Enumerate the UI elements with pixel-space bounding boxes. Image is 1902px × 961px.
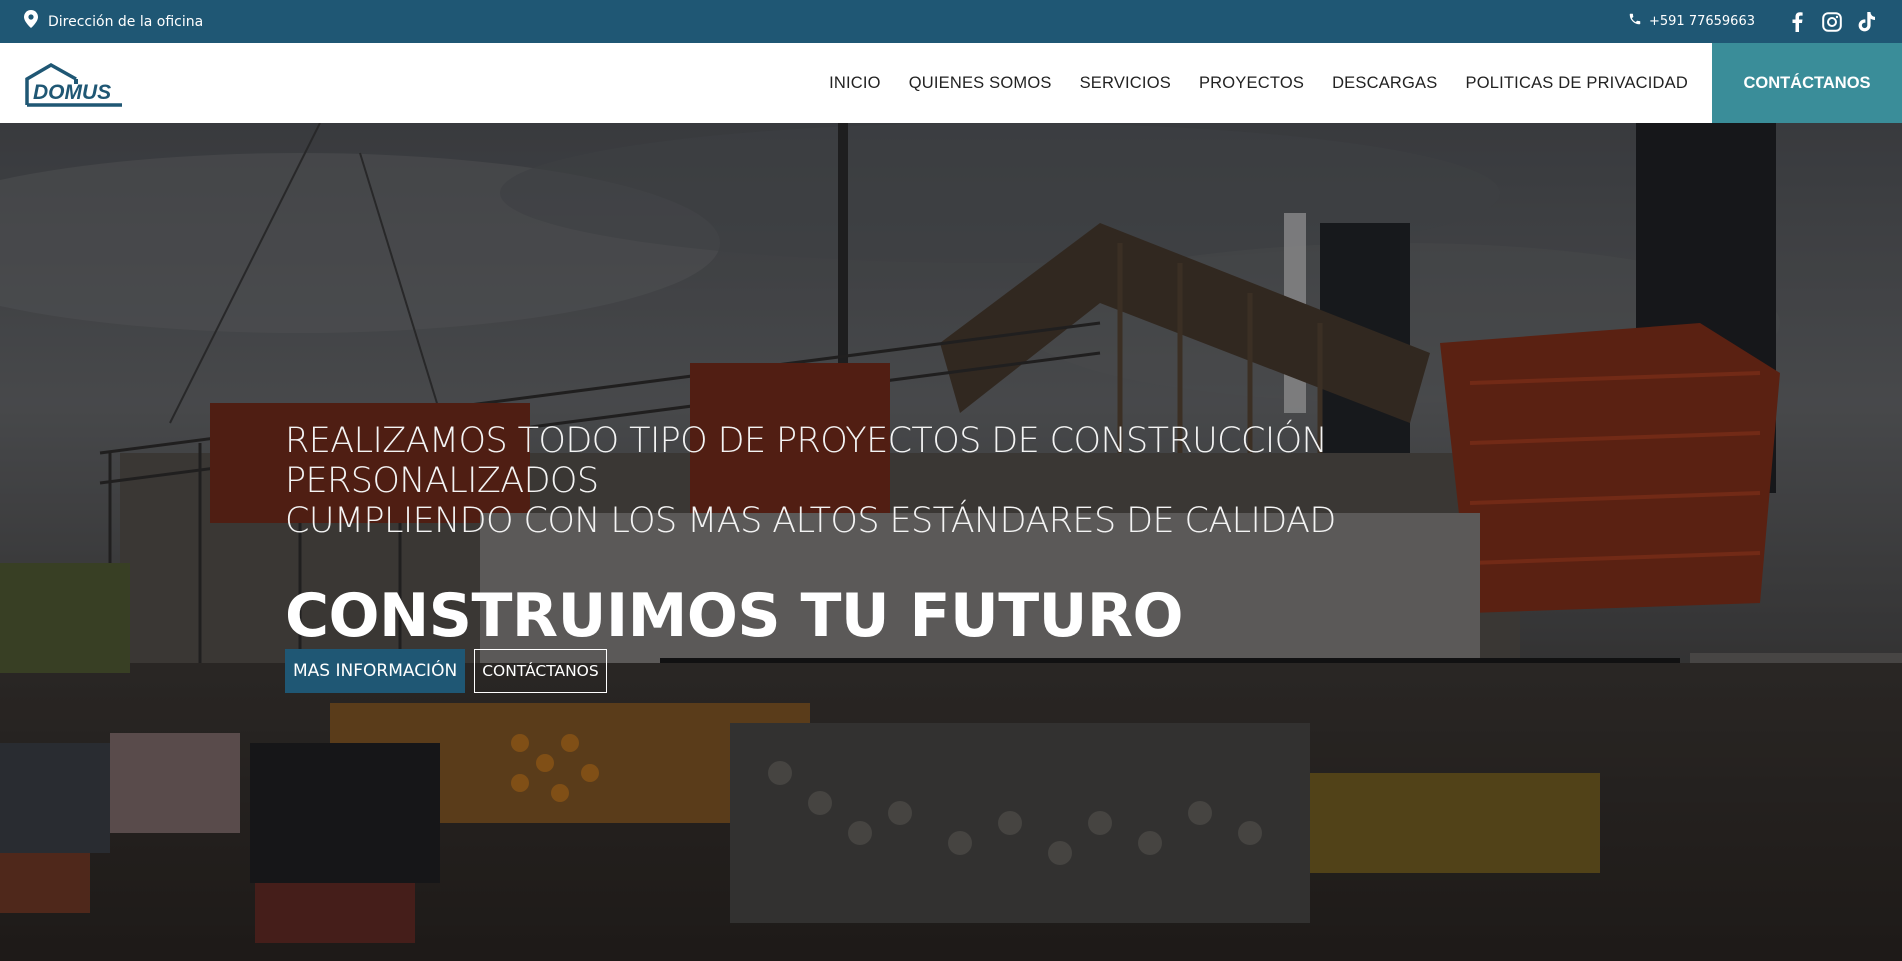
hero-section: REALIZAMOS TODO TIPO DE PROYECTOS DE CON…: [0, 123, 1902, 961]
location-pin-icon: [24, 10, 38, 33]
contact-us-button[interactable]: CONTÁCTANOS: [1712, 43, 1902, 123]
domus-logo[interactable]: DOMUS: [24, 61, 124, 107]
hero-button-group: MAS INFORMACIÓN CONTÁCTANOS: [285, 649, 607, 693]
hero-title: CONSTRUIMOS TU FUTURO: [285, 581, 1184, 651]
phone-icon: [1628, 12, 1642, 31]
nav-item-inicio[interactable]: INICIO: [829, 74, 881, 93]
phone-contact[interactable]: +591 77659663: [1628, 12, 1755, 31]
office-address-text: Dirección de la oficina: [48, 13, 204, 30]
top-info-bar: Dirección de la oficina +591 77659663: [0, 0, 1902, 43]
nav-item-proyectos[interactable]: PROYECTOS: [1199, 74, 1304, 93]
nav-item-descargas[interactable]: DESCARGAS: [1332, 74, 1437, 93]
facebook-icon[interactable]: [1786, 11, 1808, 33]
phone-number: +591 77659663: [1648, 14, 1755, 29]
main-menu: INICIO QUIENES SOMOS SERVICIOS PROYECTOS…: [829, 43, 1688, 123]
more-info-button[interactable]: MAS INFORMACIÓN: [285, 649, 466, 693]
instagram-icon[interactable]: [1821, 11, 1843, 33]
nav-item-politicas-de-privacidad[interactable]: POLITICAS DE PRIVACIDAD: [1465, 74, 1688, 93]
logo-text: DOMUS: [33, 81, 111, 104]
tiktok-icon[interactable]: [1856, 11, 1878, 33]
nav-item-servicios[interactable]: SERVICIOS: [1080, 74, 1171, 93]
hero-contact-button[interactable]: CONTÁCTANOS: [474, 649, 607, 693]
hero-subtitle-line-2: CUMPLIENDO CON LOS MAS ALTOS ESTÁNDARES …: [285, 501, 1336, 541]
nav-item-quienes-somos[interactable]: QUIENES SOMOS: [909, 74, 1052, 93]
office-address[interactable]: Dirección de la oficina: [24, 10, 203, 33]
hero-subtitle: REALIZAMOS TODO TIPO DE PROYECTOS DE CON…: [285, 421, 1585, 541]
main-navbar: DOMUS INICIO QUIENES SOMOS SERVICIOS PRO…: [0, 43, 1902, 123]
hero-text-block: REALIZAMOS TODO TIPO DE PROYECTOS DE CON…: [285, 421, 1585, 651]
hero-subtitle-line-1: REALIZAMOS TODO TIPO DE PROYECTOS DE CON…: [285, 421, 1328, 501]
